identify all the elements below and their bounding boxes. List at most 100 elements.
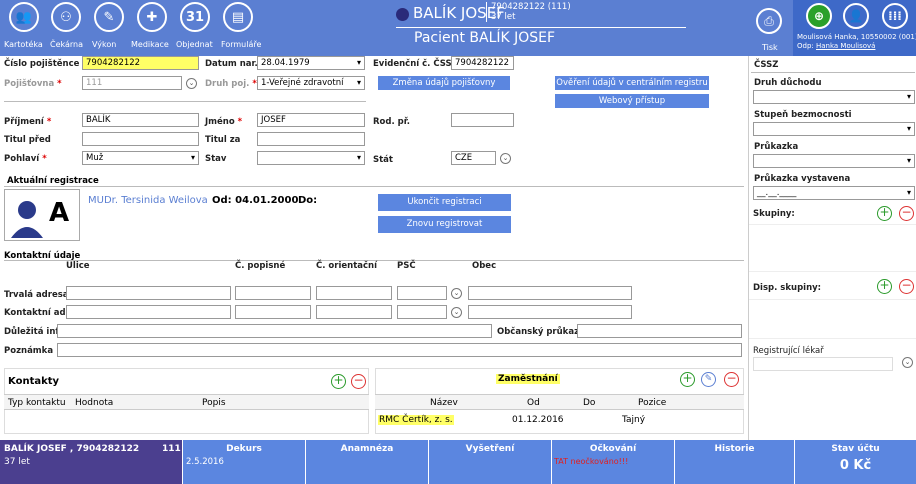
- objednat-button[interactable]: 31: [175, 2, 215, 32]
- medication-icon: ✚: [137, 2, 167, 32]
- stav-select[interactable]: [257, 151, 365, 165]
- odp-label: Odp:: [797, 42, 814, 50]
- print-button[interactable]: ⎙: [756, 8, 782, 34]
- rod-pr-input[interactable]: [451, 113, 514, 127]
- odp-name[interactable]: Hanka Moulisová: [816, 42, 875, 50]
- prukazka-vystavena-label: Průkazka vystavena: [754, 174, 851, 184]
- edit-zamestnani-icon[interactable]: ✎: [701, 372, 716, 387]
- col-nazev: Název: [430, 398, 458, 408]
- patient-title: Pacient BALÍK JOSEF: [414, 30, 556, 46]
- jmeno-input[interactable]: JOSEF: [257, 113, 365, 127]
- webovy-pristup-button[interactable]: Webový přístup: [555, 94, 709, 108]
- remove-disp-skupina-icon[interactable]: −: [899, 279, 914, 294]
- psc-chevron-icon[interactable]: ⌄: [451, 288, 462, 299]
- overeni-udaju-button[interactable]: Ověření údajů v centrálním registru: [555, 76, 709, 90]
- stat-input[interactable]: CZE: [451, 151, 496, 165]
- kontaktni-co-input[interactable]: [316, 305, 392, 319]
- trvala-ulice-input[interactable]: [66, 286, 231, 300]
- prukazka-select[interactable]: [753, 154, 915, 168]
- registration-doctor[interactable]: MUDr. Tersinida Weilova: [88, 195, 208, 206]
- col-hodnota: Hodnota: [75, 398, 114, 408]
- registrujici-lekar-input[interactable]: [753, 357, 893, 371]
- poznamka-label: Poznámka: [4, 346, 54, 356]
- add-kontakt-icon[interactable]: +: [331, 374, 346, 389]
- skupiny-list[interactable]: [749, 224, 916, 272]
- stupen-select[interactable]: [753, 122, 915, 136]
- col-psc: PSČ: [397, 261, 416, 271]
- trvala-cp-input[interactable]: [235, 286, 311, 300]
- kontaktni-ulice-input[interactable]: [66, 305, 231, 319]
- people-icon: 👥: [9, 2, 39, 32]
- tab-anamneza-label: Anamnéza: [340, 444, 394, 454]
- cekarna-button[interactable]: ⚇: [46, 2, 86, 32]
- datum-nar-input[interactable]: 28.04.1979: [257, 56, 365, 70]
- ukoncit-registraci-button[interactable]: Ukončit registraci: [378, 194, 511, 211]
- kartoteka-button[interactable]: 👥: [4, 2, 44, 32]
- tab-anamneza[interactable]: Anamnéza: [306, 440, 429, 484]
- cssz-title: ČSSZ: [754, 60, 779, 70]
- psc-chevron-icon[interactable]: ⌄: [451, 307, 462, 318]
- remove-skupina-icon[interactable]: −: [899, 206, 914, 221]
- tab-ockovani[interactable]: Očkování TAT neočkováno!!!: [552, 440, 675, 484]
- medikace-button[interactable]: ✚: [132, 2, 172, 32]
- formulare-button[interactable]: ▤: [218, 2, 258, 32]
- kontaktni-cp-input[interactable]: [235, 305, 311, 319]
- apps-grid-icon[interactable]: ⁞⁞⁞: [882, 3, 908, 29]
- prijmeni-input[interactable]: BALÍK: [82, 113, 199, 127]
- pohlavi-select[interactable]: Muž: [82, 151, 199, 165]
- cislo-pojistence-input[interactable]: 7904282122: [82, 56, 199, 70]
- tab-dekurs[interactable]: Dekurs 2.5.2016: [183, 440, 306, 484]
- evidencni-label: Evidenční č. ČSSZ: [373, 59, 458, 69]
- patient-tab-name: BALÍK JOSEF , 7904282122: [4, 444, 140, 454]
- globe-icon[interactable]: ⊕: [806, 3, 832, 29]
- patient-tab[interactable]: BALÍK JOSEF , 7904282122 111 37 let: [0, 440, 183, 484]
- user-info: Moulisová Hanka, 10550002 (001) Odp: Han…: [797, 33, 916, 51]
- trvala-co-input[interactable]: [316, 286, 392, 300]
- tab-vysetreni[interactable]: Vyšetření: [429, 440, 552, 484]
- obcansky-prukaz-input[interactable]: [577, 324, 742, 338]
- header-divider: [396, 27, 686, 28]
- add-skupina-icon[interactable]: +: [877, 206, 892, 221]
- col-typ-kontaktu: Typ kontaktu: [8, 398, 66, 408]
- titul-za-input[interactable]: [257, 132, 365, 146]
- pojistovna-input[interactable]: 111: [82, 76, 182, 90]
- stav-label: Stav: [205, 154, 227, 164]
- kontaktni-obec-input[interactable]: [468, 305, 632, 319]
- prijmeni-label: Příjmení *: [4, 117, 52, 127]
- row-nazev: RMC Čertík, z. s.: [378, 415, 454, 425]
- remove-kontakt-icon[interactable]: −: [351, 374, 366, 389]
- add-zamestnani-icon[interactable]: +: [680, 372, 695, 387]
- registration-do-label: Do:: [298, 195, 318, 206]
- druh-duchodu-select[interactable]: [753, 90, 915, 104]
- titul-pred-label: Titul před: [4, 135, 51, 145]
- registrujici-chevron-icon[interactable]: ⌄: [902, 357, 913, 368]
- user-icon[interactable]: 👤: [843, 3, 869, 29]
- znovu-registrovat-button[interactable]: Znovu registrovat: [378, 216, 511, 233]
- waiting-room-icon: ⚇: [51, 2, 81, 32]
- col-co: Č. orientační: [316, 261, 377, 271]
- pojistovna-chevron-icon[interactable]: ⌄: [186, 78, 197, 89]
- disp-skupiny-list[interactable]: [749, 299, 916, 339]
- kontaktni-psc-input[interactable]: [397, 305, 447, 319]
- evidencni-input[interactable]: 7904282122: [451, 56, 514, 70]
- prukazka-vystavena-input[interactable]: __.__.____: [753, 186, 915, 200]
- table-row[interactable]: RMC Čertík, z. s. 01.12.2016 Tajný: [376, 413, 743, 427]
- add-disp-skupina-icon[interactable]: +: [877, 279, 892, 294]
- vykon-button[interactable]: ✎: [89, 2, 129, 32]
- zmena-udaju-button[interactable]: Změna údajů pojišťovny: [378, 76, 510, 90]
- remove-zamestnani-icon[interactable]: −: [724, 372, 739, 387]
- titul-pred-input[interactable]: [82, 132, 199, 146]
- trvala-obec-input[interactable]: [468, 286, 632, 300]
- objednat-label: Objednat: [176, 40, 213, 49]
- poznamka-input[interactable]: [57, 343, 742, 357]
- stat-chevron-icon[interactable]: ⌄: [500, 153, 511, 164]
- dulezita-inf-input[interactable]: [57, 324, 492, 338]
- printer-icon: ⎙: [764, 13, 774, 28]
- skupiny-label: Skupiny:: [753, 209, 795, 219]
- stupen-label: Stupeň bezmocnosti: [754, 110, 852, 120]
- trvala-psc-input[interactable]: [397, 286, 447, 300]
- druh-poj-select[interactable]: 1-Veřejné zdravotní: [257, 76, 365, 90]
- tab-historie[interactable]: Historie: [675, 440, 795, 484]
- disp-skupiny-label: Disp. skupiny:: [753, 283, 822, 293]
- tab-stav-uctu[interactable]: Stav účtu 0 Kč: [795, 440, 916, 484]
